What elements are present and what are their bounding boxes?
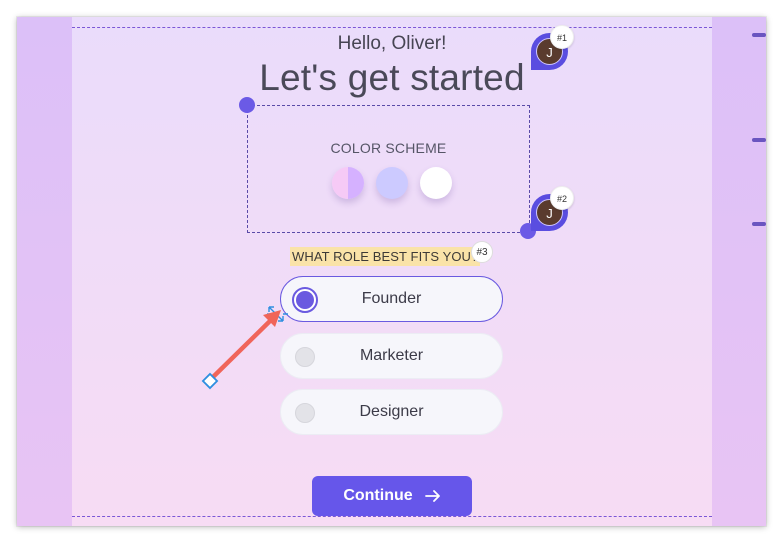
design-canvas-window: Hello, Oliver! Let's get started COLOR S… [17, 17, 766, 526]
annotation-arrow-icon [209, 310, 281, 381]
annotation-layer [201, 306, 288, 390]
